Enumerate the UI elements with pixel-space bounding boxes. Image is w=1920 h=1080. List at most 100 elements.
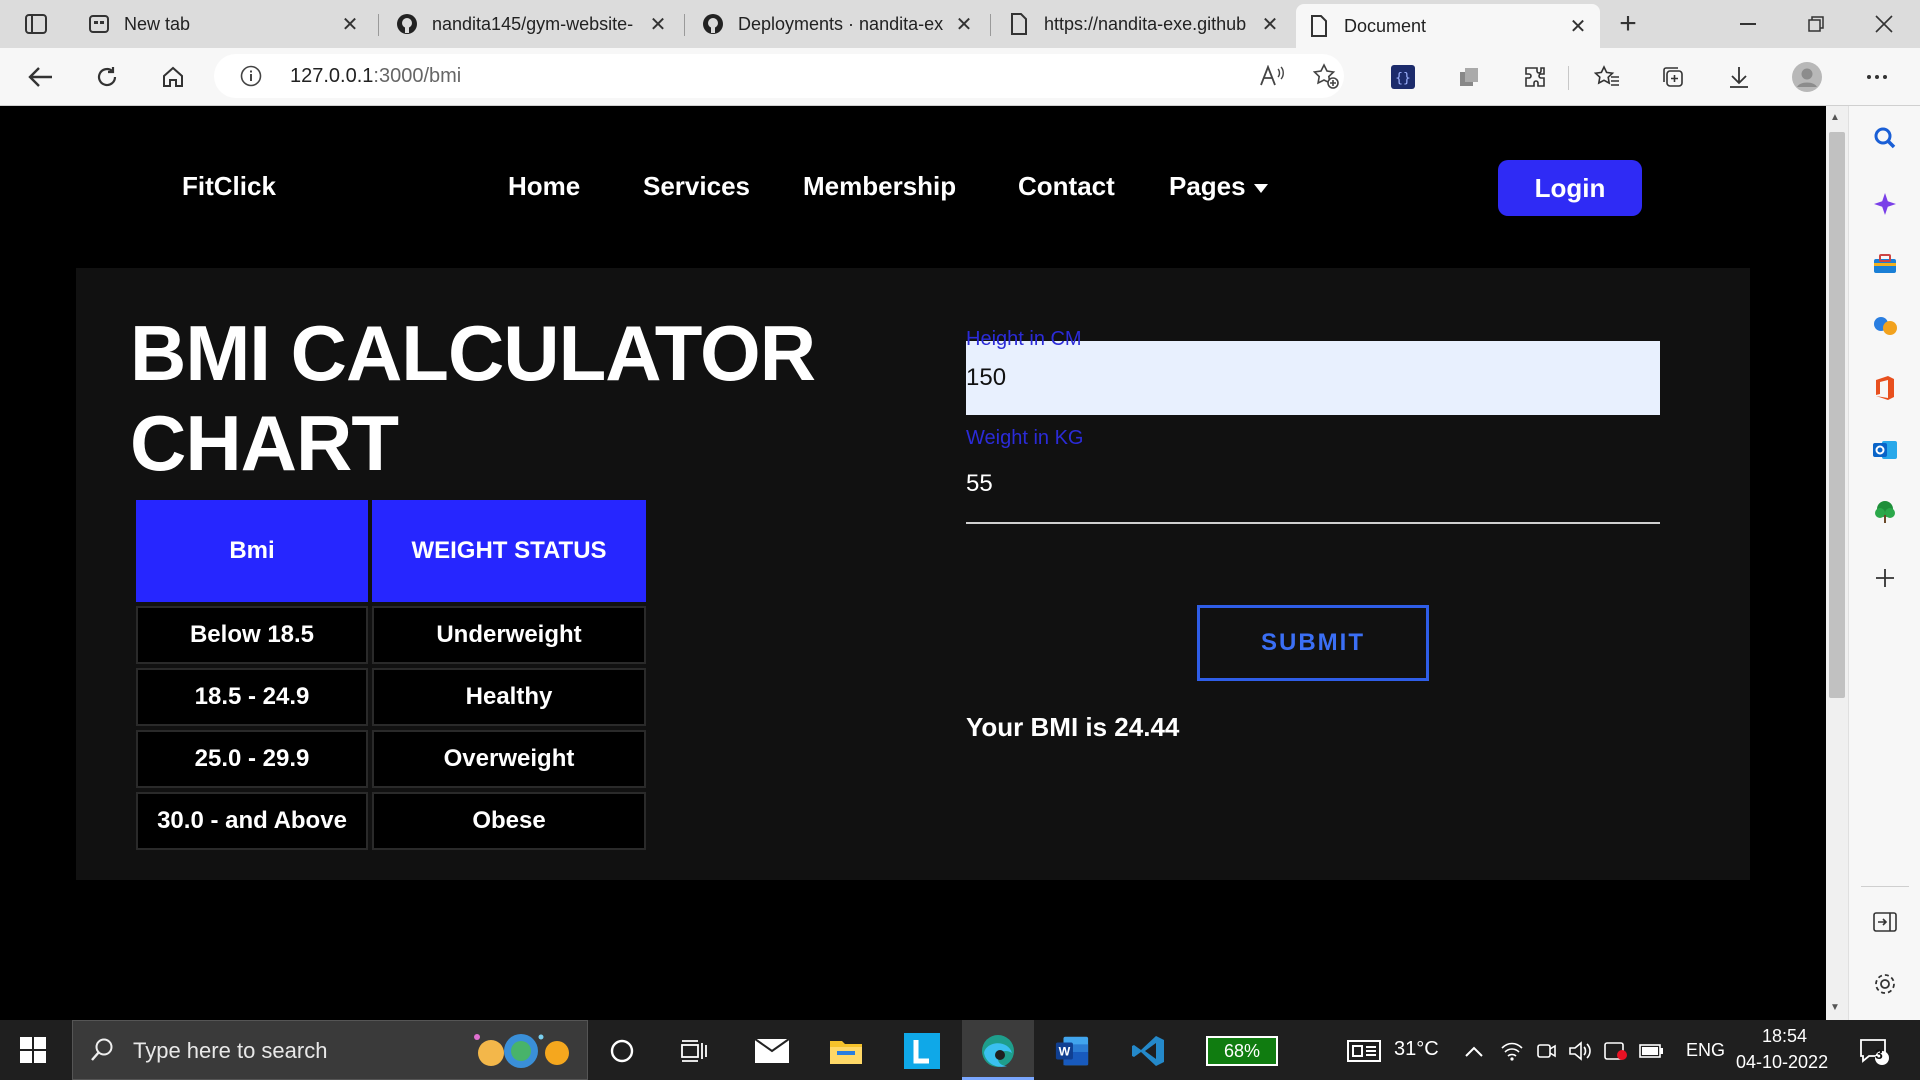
settings-gear-icon[interactable]: [1871, 970, 1899, 998]
cortana-icon[interactable]: [604, 1033, 640, 1069]
edge-browser-icon[interactable]: [980, 1033, 1016, 1069]
tab-close-icon[interactable]: ✕: [1260, 12, 1280, 37]
github-icon: [702, 13, 724, 35]
new-tab-button[interactable]: +: [1612, 7, 1644, 40]
nav-home[interactable]: Home: [508, 171, 580, 202]
search-highlight-icon[interactable]: [469, 1031, 579, 1076]
wifi-icon[interactable]: [1494, 1033, 1530, 1069]
meet-now-icon[interactable]: [1528, 1033, 1564, 1069]
tab-close-icon[interactable]: ✕: [954, 12, 974, 37]
restore-icon[interactable]: [1796, 8, 1836, 40]
brand-logo[interactable]: FitClick: [182, 171, 276, 202]
collections-icon[interactable]: [1656, 60, 1690, 94]
clock-time[interactable]: 18:54: [1762, 1026, 1807, 1047]
extensions-icon[interactable]: [1518, 60, 1552, 94]
browser-toolbar: 127.0.0.1:3000/bmi {}: [0, 48, 1920, 106]
url-text[interactable]: 127.0.0.1:3000/bmi: [290, 65, 461, 88]
tab-github-pages[interactable]: https://nandita-exe.github ✕: [996, 6, 1292, 42]
scroll-down-icon[interactable]: ▼: [1830, 1002, 1840, 1013]
add-favorite-icon[interactable]: [1312, 62, 1340, 90]
scrollbar-thumb[interactable]: [1829, 132, 1845, 698]
extension-devtools-icon[interactable]: {}: [1386, 60, 1420, 94]
battery-saver-icon[interactable]: [1598, 1033, 1634, 1069]
tree-icon[interactable]: [1871, 498, 1899, 526]
minimize-icon[interactable]: [1728, 8, 1768, 40]
profile-avatar[interactable]: [1790, 60, 1824, 94]
windows-start-icon[interactable]: [20, 1037, 46, 1063]
tab-separator: [684, 14, 685, 36]
height-label: Height in CM: [966, 328, 1082, 350]
notifications-icon[interactable]: 3: [1856, 1033, 1892, 1069]
windows-taskbar: Type here to search W 68% 31°C ENG 18:54…: [0, 1020, 1920, 1080]
vscode-icon[interactable]: [1130, 1033, 1166, 1069]
login-button[interactable]: Login: [1498, 160, 1642, 216]
page-scrollbar[interactable]: ▲ ▼: [1826, 106, 1848, 1020]
app-l-icon[interactable]: [904, 1033, 940, 1069]
caret-down-icon: [1253, 183, 1268, 193]
search-icon: [89, 1037, 115, 1068]
hide-sidebar-icon[interactable]: [1871, 908, 1899, 936]
tab-close-icon[interactable]: ✕: [648, 12, 668, 37]
nav-services[interactable]: Services: [643, 171, 750, 202]
copilot-sparkle-icon[interactable]: [1871, 190, 1899, 218]
tab-github-repo[interactable]: nandita145/gym-website- ✕: [384, 6, 680, 42]
toolbar-separator: [1568, 66, 1569, 90]
news-widget-icon[interactable]: [1346, 1033, 1382, 1069]
nav-pages-label: Pages: [1169, 171, 1246, 201]
height-input[interactable]: [966, 341, 1660, 415]
outlook-icon[interactable]: [1871, 436, 1899, 464]
show-hidden-icons-chevron-up-icon[interactable]: [1456, 1033, 1492, 1069]
clock-date[interactable]: 04-10-2022: [1736, 1052, 1828, 1073]
search-icon[interactable]: [1871, 124, 1899, 152]
submit-button[interactable]: SUBMIT: [1197, 605, 1429, 681]
tab-close-icon[interactable]: ✕: [1568, 14, 1588, 39]
file-explorer-icon[interactable]: [828, 1033, 864, 1069]
language-indicator[interactable]: ENG: [1686, 1040, 1725, 1061]
mail-icon[interactable]: [754, 1033, 790, 1069]
add-sidebar-app-icon[interactable]: [1871, 564, 1899, 592]
shopping-icon[interactable]: [1871, 250, 1899, 278]
nav-membership[interactable]: Membership: [803, 171, 956, 202]
nav-pages-dropdown[interactable]: Pages: [1169, 171, 1268, 202]
sidebar-separator: [1861, 886, 1909, 887]
taskbar-search-box[interactable]: Type here to search: [72, 1020, 588, 1080]
new-tab-icon: [88, 13, 110, 35]
site-info-icon[interactable]: [240, 65, 262, 92]
task-view-icon[interactable]: [676, 1033, 712, 1069]
volume-icon[interactable]: [1562, 1033, 1598, 1069]
nav-contact[interactable]: Contact: [1018, 171, 1115, 202]
extension-copy-icon[interactable]: [1452, 60, 1486, 94]
bmi-chart-table: Bmi WEIGHT STATUS Below 18.5 Underweight…: [132, 496, 650, 854]
notification-count: 3: [1875, 1046, 1883, 1062]
downloads-icon[interactable]: [1722, 60, 1756, 94]
favorites-icon[interactable]: [1590, 60, 1624, 94]
tab-actions-icon[interactable]: [20, 12, 52, 36]
more-options-icon[interactable]: [1860, 60, 1894, 94]
tab-title: Deployments · nandita-ex: [738, 13, 944, 34]
tab-document[interactable]: Document ✕: [1296, 4, 1600, 48]
office-icon[interactable]: [1871, 374, 1899, 402]
table-cell-bmi: 25.0 - 29.9: [136, 730, 368, 788]
tab-close-icon[interactable]: ✕: [340, 12, 360, 37]
word-icon[interactable]: W: [1054, 1033, 1090, 1069]
tab-deployments[interactable]: Deployments · nandita-ex ✕: [690, 6, 986, 42]
table-row: Below 18.5 Underweight: [136, 606, 646, 664]
games-icon[interactable]: [1871, 312, 1899, 340]
power-plug-icon[interactable]: [1634, 1033, 1670, 1069]
tab-new-tab[interactable]: New tab ✕: [76, 6, 372, 42]
read-aloud-icon[interactable]: [1258, 62, 1286, 90]
battery-meter[interactable]: 68%: [1206, 1036, 1278, 1066]
table-row: 18.5 - 24.9 Healthy: [136, 668, 646, 726]
refresh-icon[interactable]: [90, 60, 124, 94]
close-window-icon[interactable]: [1864, 8, 1904, 40]
address-bar[interactable]: 127.0.0.1:3000/bmi: [214, 54, 1344, 98]
document-icon: [1008, 13, 1030, 35]
github-icon: [396, 13, 418, 35]
table-cell-status: Overweight: [372, 730, 646, 788]
taskbar-search-placeholder: Type here to search: [133, 1038, 328, 1063]
weather-text[interactable]: 31°C: [1394, 1038, 1439, 1061]
home-icon[interactable]: [156, 60, 190, 94]
back-icon[interactable]: [24, 60, 58, 94]
scroll-up-icon[interactable]: ▲: [1830, 112, 1840, 123]
weight-input[interactable]: [966, 446, 1660, 524]
